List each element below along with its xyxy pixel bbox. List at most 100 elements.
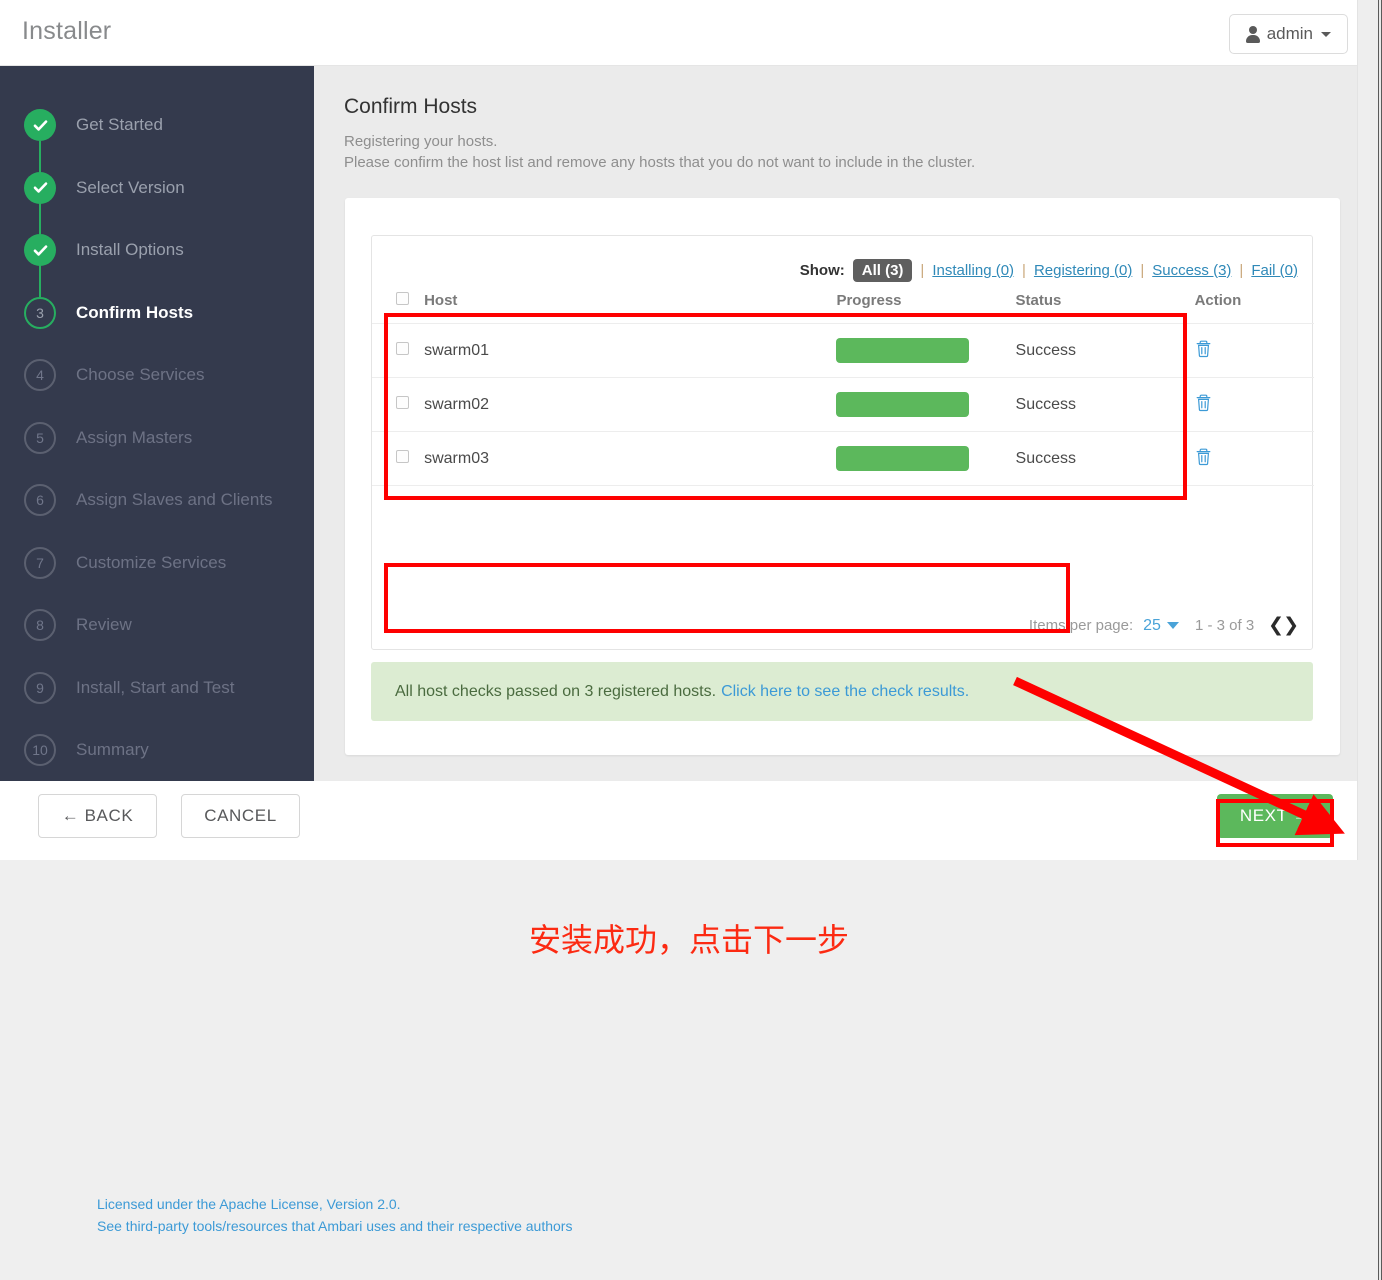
sidebar-step-label: Confirm Hosts (76, 302, 194, 322)
step-number-badge: 7 (24, 546, 56, 579)
content-subtitle-1: Registering your hosts. (344, 133, 498, 150)
top-bar: Installer admin (0, 0, 1357, 66)
check-icon (24, 171, 56, 204)
cell-action (1194, 377, 1314, 432)
pagination-range: 1 - 3 of 3 (1194, 617, 1255, 634)
row-checkbox[interactable] (396, 449, 409, 463)
step-number-badge: 6 (24, 484, 56, 516)
back-button[interactable]: ← BACK (38, 794, 157, 838)
main-content: Confirm Hosts Registering your hosts. Pl… (314, 66, 1357, 781)
filter-success[interactable]: Success (3) (1152, 262, 1231, 279)
sidebar-step-install-start-and-test[interactable]: 9 Install, Start and Test (24, 671, 235, 704)
sidebar-step-get-started[interactable]: Get Started (24, 109, 163, 141)
column-status: Status (1015, 292, 1195, 324)
hosts-panel: Show: All (3) | Installing (0) | Registe… (371, 235, 1314, 650)
user-menu-button[interactable]: admin (1228, 14, 1348, 54)
paginator: Items per page: 25 1 - 3 of 3 ❮ ❯ (1028, 614, 1299, 637)
wizard-action-bar: ← BACK CANCEL NEXT → (0, 781, 1357, 860)
column-progress: Progress (836, 292, 1016, 324)
host-checks-alert: All host checks passed on 3 registered h… (371, 662, 1313, 721)
cancel-button[interactable]: CANCEL (181, 794, 300, 838)
filter-all-active[interactable]: All (3) (852, 258, 913, 282)
items-per-page-value[interactable]: 25 (1143, 617, 1161, 635)
sidebar-step-label: Customize Services (76, 552, 227, 572)
progress-bar (836, 446, 970, 471)
next-button[interactable]: NEXT → (1217, 794, 1333, 838)
sidebar-step-label: Summary (76, 740, 149, 759)
sidebar-step-review[interactable]: 8 Review (24, 609, 132, 641)
sidebar-step-assign-masters[interactable]: 5 Assign Masters (24, 421, 192, 454)
filter-separator: | (1140, 261, 1145, 279)
cell-progress (836, 377, 1016, 432)
sidebar-step-label: Choose Services (76, 365, 205, 384)
sidebar-step-label: Select Version (76, 177, 185, 197)
progress-bar (836, 392, 970, 417)
step-number-badge: 9 (24, 671, 56, 704)
check-icon (24, 234, 56, 266)
cell-status: Success (1015, 377, 1195, 432)
window-right-gutter (1358, 0, 1378, 860)
pagination-prev-button[interactable]: ❮ (1268, 614, 1284, 637)
window-right-edge (1378, 0, 1382, 1280)
row-checkbox[interactable] (396, 341, 409, 355)
sidebar-step-label: Review (76, 615, 132, 634)
step-number-badge: 3 (24, 296, 56, 329)
user-menu-label: admin (1266, 24, 1313, 43)
third-party-tools-link[interactable]: See third-party tools/resources that Amb… (97, 1215, 572, 1237)
step-connector-line (39, 141, 41, 297)
filter-separator: | (1022, 261, 1026, 279)
hosts-table: Host Progress Status Action swarm01 Succe… (372, 292, 1314, 486)
sidebar-step-label: Get Started (76, 115, 163, 134)
step-number-badge: 8 (24, 609, 56, 641)
trash-icon[interactable] (1195, 339, 1212, 363)
chevron-down-icon (1321, 31, 1331, 37)
row-select-cell (372, 323, 425, 378)
sidebar-step-select-version[interactable]: Select Version (24, 171, 185, 204)
filter-fail[interactable]: Fail (0) (1251, 262, 1298, 279)
cell-host: swarm02 (424, 377, 837, 432)
sidebar-step-customize-services[interactable]: 7 Customize Services (24, 546, 227, 579)
sidebar-step-confirm-hosts[interactable]: 3 Confirm Hosts (24, 296, 194, 329)
chevron-down-icon[interactable] (1166, 622, 1179, 629)
content-subtitle-2: Please confirm the host list and remove … (344, 154, 976, 171)
cell-action (1194, 431, 1314, 486)
page-title: Installer (22, 17, 112, 45)
hosts-table-head: Host Progress Status Action (372, 292, 1314, 324)
apache-license-link[interactable]: Licensed under the Apache License, Versi… (97, 1193, 572, 1215)
annotation-text: 安装成功，点击下一步 (528, 921, 849, 959)
step-number-badge: 5 (24, 421, 56, 454)
hosts-table-body: swarm01 Success swarm02 Success swarm03 Succe… (372, 323, 1314, 486)
check-results-link[interactable]: Click here to see the check results. (721, 683, 969, 701)
cell-status: Success (1015, 323, 1195, 378)
column-host: Host (424, 292, 837, 324)
filter-registering[interactable]: Registering (0) (1034, 262, 1132, 279)
step-number-badge: 10 (24, 734, 56, 766)
sidebar-step-label: Install, Start and Test (76, 677, 235, 697)
user-icon (1245, 25, 1260, 43)
trash-icon[interactable] (1195, 393, 1212, 417)
row-checkbox[interactable] (396, 395, 409, 409)
pagination-next-button[interactable]: ❯ (1283, 614, 1299, 637)
check-icon (24, 109, 56, 141)
cell-host: swarm01 (424, 323, 837, 378)
sidebar-step-summary[interactable]: 10 Summary (24, 734, 149, 766)
hosts-card: Show: All (3) | Installing (0) | Registe… (345, 198, 1340, 755)
cell-progress (836, 323, 1016, 378)
progress-bar (836, 338, 970, 363)
filter-separator: | (920, 261, 925, 279)
filter-separator: | (1239, 261, 1244, 279)
select-all-checkbox[interactable] (396, 292, 409, 305)
select-all-cell (372, 292, 425, 324)
cell-progress (836, 431, 1016, 486)
table-row: swarm01 Success (372, 323, 1314, 378)
trash-icon[interactable] (1195, 447, 1212, 471)
wizard-sidebar: Get Started Select Version Install Options… (0, 66, 314, 781)
filter-installing[interactable]: Installing (0) (932, 262, 1014, 279)
sidebar-step-choose-services[interactable]: 4 Choose Services (24, 359, 205, 391)
sidebar-step-install-options[interactable]: Install Options (24, 234, 184, 266)
status-filter-bar: Show: All (3) | Installing (0) | Registe… (800, 257, 1298, 283)
items-per-page-label: Items per page: (1028, 617, 1134, 634)
page-below-app: 安装成功，点击下一步 Licensed under the Apache Lic… (0, 860, 1378, 1280)
installer-app-window: Installer admin Get Started Select Versio… (0, 0, 1358, 860)
sidebar-step-assign-slaves-and-clients[interactable]: 6 Assign Slaves and Clients (24, 484, 273, 516)
